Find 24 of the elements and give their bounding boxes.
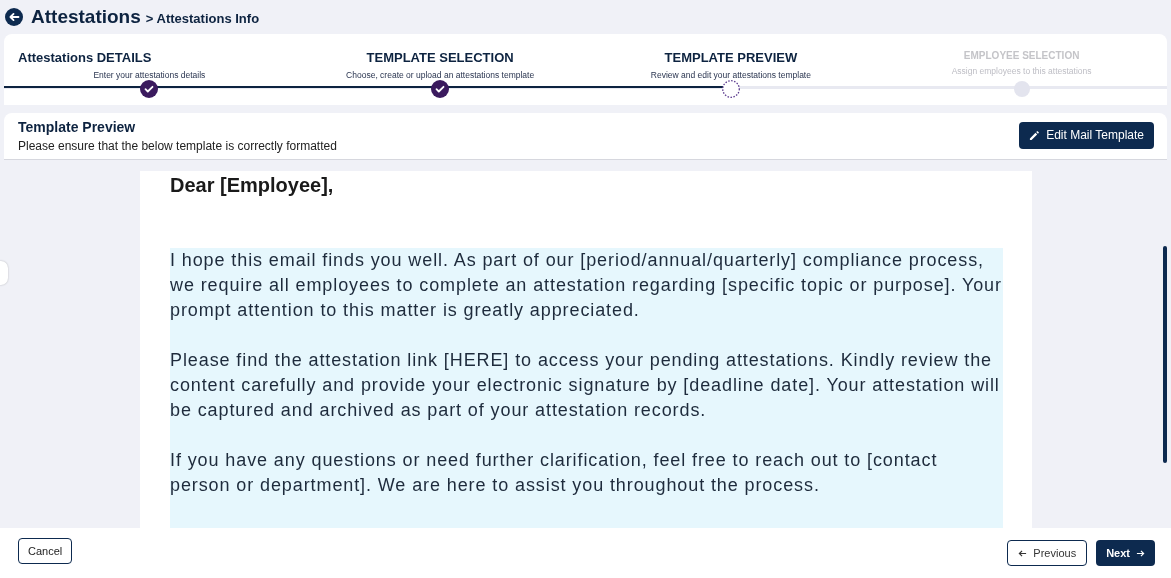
pencil-icon [1029,129,1041,141]
step-title: TEMPLATE PREVIEW [664,50,798,65]
cancel-button[interactable]: Cancel [18,538,73,564]
section-subtitle: Please ensure that the below template is correctly formatted [18,139,337,153]
step-subtitle: Choose, create or upload an attestations template [346,70,535,80]
step-title: TEMPLATE SELECTION [366,50,514,65]
section-title: Template Preview [18,119,137,135]
next-button[interactable]: Next [1096,540,1155,566]
email-paragraph: I hope this email finds you well. As part of our [period/annual/quarterly] compliance process, we require all employees to complete an attestation regarding [specific topic or purpose]. Your prompt attention to this matter is greatly appreciated. [170,249,1003,322]
breadcrumb: > Attestations Info [145,11,260,26]
previous-button[interactable]: Previous [1007,540,1088,566]
email-paragraph: Please find the attestation link [HERE] to access your pending attestations. Kindly review the content carefully and provide your electronic signature by [deadline date]. Your attestation will be captured and archived as part of your attestation records. [170,349,1001,422]
step-subtitle: Review and edit your attestations template [650,70,811,80]
step-title: EMPLOYEE SELECTION [963,50,1080,61]
step-title: Attestations DETAILS [17,50,152,65]
scrollbar-thumb[interactable] [1163,246,1167,463]
step-subtitle: Enter your attestations details [93,70,206,80]
email-paragraph: If you have any questions or need further clarification, feel free to reach out to [contact person or department]. We are here to assist you throughout the process. [170,449,939,497]
page-title: Attestations [31,6,141,28]
arrow-left-icon [1018,548,1028,558]
email-greeting: Dear [Employee], [170,174,335,197]
step-subtitle: Assign employees to this attestations [951,66,1092,76]
arrow-right-icon [1136,548,1145,558]
edit-mail-template-button[interactable]: Edit Mail Template [1019,121,1154,149]
